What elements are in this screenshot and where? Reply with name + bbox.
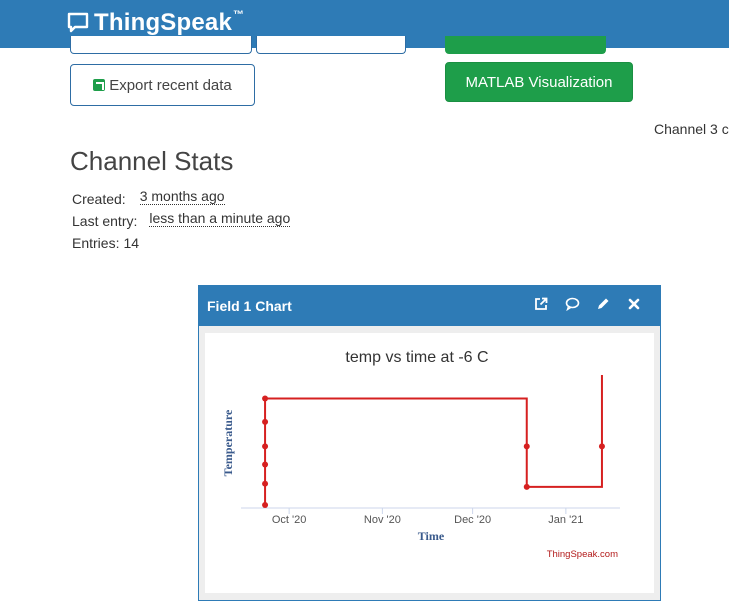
chart-area: temp vs time at -6 C Oct '20 Nov '20 Dec '2… [205, 333, 654, 593]
hidden-button-1[interactable] [70, 36, 252, 54]
last-entry-label: Last entry: [72, 213, 138, 229]
x-tick-label: Oct '20 [272, 514, 307, 526]
data-point [262, 502, 269, 508]
matlab-visualization-button[interactable]: MATLAB Visualization [445, 62, 633, 102]
close-icon[interactable] [626, 296, 642, 312]
stat-last-entry: Last entry: less than a minute ago [72, 210, 291, 232]
matlab-visualization-label: MATLAB Visualization [465, 73, 613, 91]
hidden-green-button[interactable] [445, 36, 606, 54]
data-point [523, 483, 530, 490]
data-point [262, 395, 269, 402]
data-point [262, 418, 269, 425]
comment-icon[interactable] [564, 296, 580, 312]
export-recent-data-label: Export recent data [109, 76, 232, 94]
x-tick-label: Jan '21 [548, 514, 583, 526]
chat-bubble-logo-icon [67, 12, 89, 33]
data-point [262, 480, 269, 487]
trademark-symbol: ™ [233, 9, 245, 21]
data-point [262, 461, 269, 468]
export-recent-data-button[interactable]: Export recent data [70, 64, 255, 106]
x-axis-label: Time [418, 529, 445, 543]
chart-title: temp vs time at -6 C [345, 349, 488, 366]
data-point [598, 443, 605, 450]
brand-name: ThingSpeak [94, 9, 233, 36]
created-label: Created: [72, 191, 126, 207]
x-tick-label: Nov '20 [364, 514, 401, 526]
hidden-button-2[interactable] [256, 36, 406, 54]
data-point [523, 443, 530, 450]
field-1-chart-panel: Field 1 Chart temp vs time at -6 C Oct '2… [198, 285, 661, 601]
entries-value: 14 [123, 235, 140, 251]
panel-title: Field 1 Chart [207, 298, 292, 314]
channel-label-truncated: Channel 3 c [654, 121, 729, 137]
external-link-icon[interactable] [533, 296, 549, 312]
x-tick-label: Dec '20 [454, 514, 491, 526]
stat-entries: Entries: 14 [72, 232, 290, 254]
thingspeak-logo[interactable]: ThingSpeak ™ [66, 9, 244, 37]
export-icon [93, 79, 106, 91]
created-value: 3 months ago [139, 188, 225, 205]
chart-svg: temp vs time at -6 C Oct '20 Nov '20 Dec '2… [221, 349, 620, 560]
entries-label: Entries: [72, 235, 120, 251]
y-axis-label: Temperature [221, 409, 235, 476]
panel-tools [533, 296, 642, 312]
series-line [264, 375, 603, 505]
last-entry-value: less than a minute ago [149, 210, 291, 227]
channel-stats: Created: 3 months ago Last entry: less t… [72, 188, 291, 254]
chart-credit: ThingSpeak.com [547, 549, 618, 560]
panel-header: Field 1 Chart [199, 286, 660, 326]
data-point [262, 443, 269, 450]
stat-created: Created: 3 months ago [72, 188, 290, 210]
pencil-icon[interactable] [595, 296, 611, 312]
channel-stats-title: Channel Stats [70, 146, 234, 176]
